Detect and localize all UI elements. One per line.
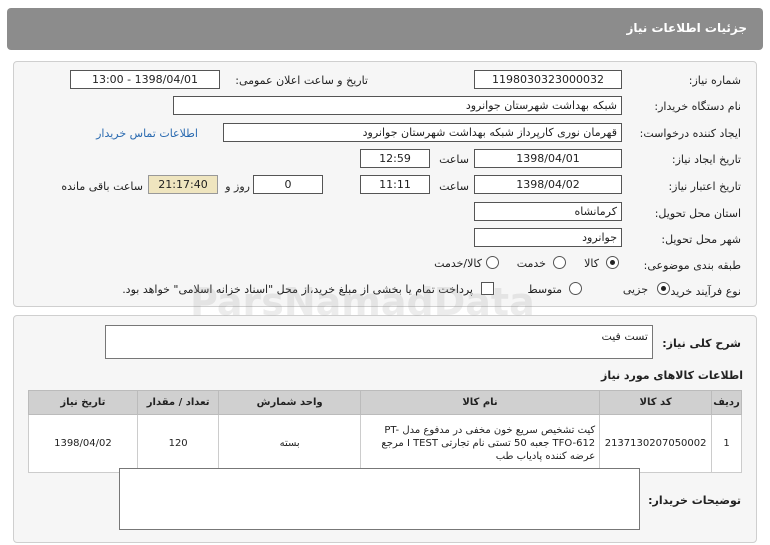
province-label: استان محل تحویل: bbox=[654, 207, 741, 220]
creator-label: ایجاد کننده درخواست: bbox=[639, 127, 741, 140]
page-header: جزئیات اطلاعات نیاز bbox=[7, 8, 763, 50]
buyer-notes-field bbox=[119, 468, 640, 530]
category-option-service: خدمت bbox=[516, 257, 546, 270]
creator-field: قهرمان نوری کارپرداز شبکه بهداشت شهرستان… bbox=[223, 123, 622, 142]
purchase-option-medium: متوسط bbox=[527, 283, 562, 296]
col-name: نام کالا bbox=[359, 390, 601, 415]
created-date-field: 1398/04/01 bbox=[474, 149, 622, 168]
treasury-payment-note: پرداخت تمام یا بخشی از مبلغ خرید،از محل … bbox=[122, 283, 473, 296]
cell-row: 1 bbox=[711, 414, 742, 473]
purchase-radio-medium[interactable] bbox=[569, 282, 582, 295]
items-header-row: ردیف کد کالا نام کالا واحد شمارش تعداد /… bbox=[28, 390, 742, 415]
remaining-time-field: 21:17:40 bbox=[148, 175, 218, 194]
items-table: ردیف کد کالا نام کالا واحد شمارش تعداد /… bbox=[28, 390, 742, 473]
col-unit: واحد شمارش bbox=[218, 390, 361, 415]
page-title: جزئیات اطلاعات نیاز bbox=[626, 21, 747, 35]
city-field: جوانرود bbox=[474, 228, 622, 247]
category-option-goods-service: کالا/خدمت bbox=[434, 257, 482, 270]
category-radio-goods-service[interactable] bbox=[486, 256, 499, 269]
buyer-notes-label: توضیحات خریدار: bbox=[648, 494, 741, 507]
city-label: شهر محل تحویل: bbox=[661, 233, 741, 246]
province-field: کرمانشاه bbox=[474, 202, 622, 221]
cell-unit: بسته bbox=[218, 414, 361, 473]
cell-date: 1398/04/02 bbox=[28, 414, 138, 473]
purchase-radio-minor[interactable] bbox=[657, 282, 670, 295]
announce-field: 1398/04/01 - 13:00 bbox=[70, 70, 220, 89]
table-row: 1 2137130207050002 کیت تشخیص سریع خون مخ… bbox=[28, 414, 742, 473]
days-field: 0 bbox=[253, 175, 323, 194]
created-date-label: تاریخ ایجاد نیاز: bbox=[671, 153, 741, 166]
col-qty: تعداد / مقدار bbox=[136, 390, 220, 415]
category-radio-service[interactable] bbox=[553, 256, 566, 269]
created-time-label: ساعت bbox=[439, 153, 469, 166]
summary-field: تست فیت bbox=[105, 325, 653, 359]
items-title: اطلاعات کالاهای مورد نیاز bbox=[601, 369, 743, 382]
validity-time-field: 11:11 bbox=[360, 175, 430, 194]
buyer-field: شبکه بهداشت شهرستان جوانرود bbox=[173, 96, 622, 115]
validity-label: تاریخ اعتبار نیاز: bbox=[668, 180, 741, 193]
validity-time-label: ساعت bbox=[439, 180, 469, 193]
purchase-type-label: نوع فرآیند خرید : bbox=[663, 285, 741, 298]
contact-buyer-link[interactable]: اطلاعات تماس خریدار bbox=[96, 127, 198, 140]
buyer-label: نام دستگاه خریدار: bbox=[654, 100, 741, 113]
purchase-option-minor: جزیی bbox=[622, 283, 648, 296]
cell-name: کیت تشخیص سریع خون مخفی در مدفوع مدل PT-… bbox=[359, 414, 601, 473]
created-time-field: 12:59 bbox=[360, 149, 430, 168]
remaining-label: ساعت باقی مانده bbox=[61, 180, 143, 193]
col-row: ردیف bbox=[711, 390, 742, 415]
col-code: کد کالا bbox=[599, 390, 713, 415]
category-option-goods: کالا bbox=[584, 257, 599, 270]
col-date: تاریخ نیاز bbox=[28, 390, 138, 415]
announce-label: تاریخ و ساعت اعلان عمومی: bbox=[235, 74, 368, 87]
need-number-field: 1198030323000032 bbox=[474, 70, 622, 89]
treasury-payment-checkbox[interactable] bbox=[481, 282, 494, 295]
cell-code: 2137130207050002 bbox=[599, 414, 713, 473]
summary-label: شرح کلی نیاز: bbox=[662, 337, 741, 350]
category-radio-goods[interactable] bbox=[606, 256, 619, 269]
category-label: طبقه بندی موضوعی: bbox=[643, 259, 741, 272]
need-number-label: شماره نیاز: bbox=[688, 74, 741, 87]
validity-date-field: 1398/04/02 bbox=[474, 175, 622, 194]
cell-qty: 120 bbox=[136, 414, 220, 473]
days-label: روز و bbox=[225, 180, 250, 193]
